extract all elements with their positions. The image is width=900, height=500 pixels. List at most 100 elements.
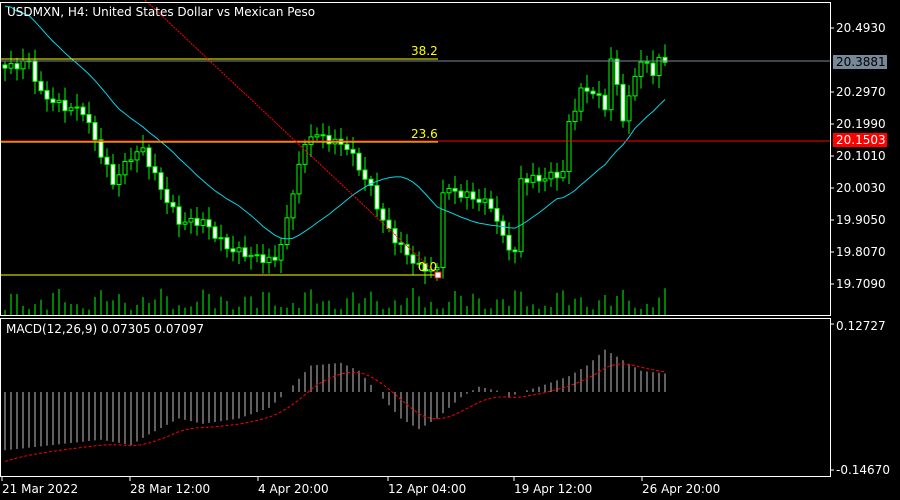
candle[interactable] bbox=[302, 139, 308, 174]
candle[interactable] bbox=[404, 234, 410, 265]
candle[interactable] bbox=[128, 147, 134, 171]
candle[interactable] bbox=[296, 151, 302, 204]
candle[interactable] bbox=[596, 80, 602, 109]
candle[interactable] bbox=[452, 175, 458, 205]
candle[interactable] bbox=[134, 145, 140, 173]
candle[interactable] bbox=[62, 87, 68, 123]
candle[interactable] bbox=[440, 179, 446, 279]
candle[interactable] bbox=[578, 83, 584, 121]
candle[interactable] bbox=[458, 184, 464, 203]
candle[interactable] bbox=[92, 115, 98, 151]
candle[interactable] bbox=[224, 233, 230, 258]
candle[interactable] bbox=[542, 167, 548, 192]
candle[interactable] bbox=[44, 81, 50, 112]
candle[interactable] bbox=[176, 195, 182, 238]
candle[interactable] bbox=[446, 183, 452, 200]
candle[interactable] bbox=[212, 221, 218, 243]
candle[interactable] bbox=[344, 136, 350, 156]
candle[interactable] bbox=[98, 127, 104, 165]
candle[interactable] bbox=[614, 50, 620, 96]
candle[interactable] bbox=[158, 167, 164, 200]
candle[interactable] bbox=[170, 194, 176, 213]
candle[interactable] bbox=[530, 162, 536, 189]
candle[interactable] bbox=[524, 173, 530, 196]
candle[interactable] bbox=[356, 147, 362, 176]
candle[interactable] bbox=[476, 188, 482, 212]
candle[interactable] bbox=[608, 47, 614, 121]
candle[interactable] bbox=[536, 167, 542, 193]
trading-chart[interactable]: 38.2 23.6 0.0 USDMXN, H4: United States … bbox=[0, 0, 900, 500]
candle[interactable] bbox=[56, 93, 62, 113]
candle[interactable] bbox=[218, 224, 224, 251]
candle[interactable] bbox=[392, 220, 398, 256]
candle[interactable] bbox=[314, 127, 320, 141]
candle[interactable] bbox=[236, 241, 242, 264]
candle[interactable] bbox=[32, 49, 38, 95]
candle[interactable] bbox=[2, 61, 8, 82]
candle[interactable] bbox=[632, 67, 638, 101]
candle[interactable] bbox=[620, 73, 626, 128]
candle[interactable] bbox=[254, 244, 260, 263]
candle[interactable] bbox=[488, 190, 494, 213]
candle[interactable] bbox=[206, 207, 212, 240]
candle[interactable] bbox=[290, 189, 296, 231]
candle[interactable] bbox=[68, 103, 74, 116]
candle[interactable] bbox=[512, 246, 518, 264]
candle[interactable] bbox=[584, 74, 590, 104]
candle[interactable] bbox=[20, 48, 26, 80]
candle[interactable] bbox=[278, 238, 284, 274]
candle[interactable] bbox=[74, 94, 80, 121]
candle[interactable] bbox=[548, 162, 554, 187]
candle[interactable] bbox=[374, 172, 380, 217]
candle[interactable] bbox=[662, 44, 668, 67]
candle[interactable] bbox=[380, 202, 386, 233]
candle[interactable] bbox=[260, 244, 266, 274]
candle[interactable] bbox=[86, 101, 92, 134]
candle[interactable] bbox=[326, 126, 332, 152]
candle[interactable] bbox=[554, 162, 560, 191]
candle[interactable] bbox=[140, 134, 146, 156]
candle[interactable] bbox=[284, 205, 290, 250]
candle[interactable] bbox=[194, 206, 200, 236]
candle[interactable] bbox=[248, 246, 254, 270]
candle[interactable] bbox=[38, 71, 44, 95]
candle[interactable] bbox=[272, 245, 278, 268]
candle[interactable] bbox=[590, 86, 596, 99]
candle[interactable] bbox=[494, 196, 500, 235]
candle[interactable] bbox=[602, 88, 608, 117]
candle[interactable] bbox=[152, 153, 158, 181]
candle[interactable] bbox=[80, 102, 86, 122]
candle[interactable] bbox=[470, 182, 476, 209]
candle[interactable] bbox=[656, 53, 662, 89]
candle[interactable] bbox=[518, 165, 524, 258]
candle[interactable] bbox=[626, 85, 632, 134]
candle[interactable] bbox=[146, 144, 152, 180]
candle[interactable] bbox=[122, 153, 128, 185]
candle[interactable] bbox=[566, 114, 572, 185]
candle[interactable] bbox=[650, 50, 656, 85]
candle[interactable] bbox=[398, 231, 404, 254]
candle[interactable] bbox=[50, 87, 56, 112]
candle[interactable] bbox=[482, 188, 488, 215]
candle[interactable] bbox=[464, 180, 470, 210]
fib-trend-line[interactable] bbox=[144, 0, 439, 276]
candle[interactable] bbox=[230, 235, 236, 262]
candle[interactable] bbox=[188, 208, 194, 234]
candle[interactable] bbox=[560, 159, 566, 182]
candle[interactable] bbox=[500, 215, 506, 244]
candle[interactable] bbox=[368, 175, 374, 196]
candle[interactable] bbox=[242, 235, 248, 262]
candle[interactable] bbox=[266, 248, 272, 274]
candle[interactable] bbox=[644, 55, 650, 73]
candle[interactable] bbox=[572, 98, 578, 131]
candle[interactable] bbox=[164, 176, 170, 215]
candle[interactable] bbox=[200, 212, 206, 234]
candle[interactable] bbox=[182, 212, 188, 231]
candle[interactable] bbox=[116, 163, 122, 197]
candle[interactable] bbox=[638, 49, 644, 89]
candle[interactable] bbox=[110, 154, 116, 190]
candle[interactable] bbox=[320, 123, 326, 149]
candle[interactable] bbox=[104, 148, 110, 178]
candle[interactable] bbox=[410, 245, 416, 276]
candle[interactable] bbox=[8, 50, 14, 75]
